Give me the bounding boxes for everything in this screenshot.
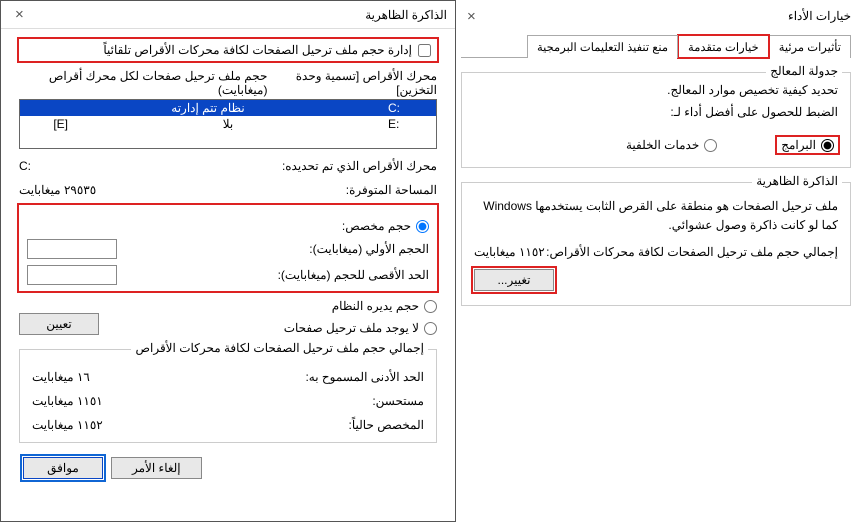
vm-desc: ملف ترحيل الصفحات هو منطقة على القرص الث…: [474, 197, 838, 235]
radio-custom-input[interactable]: [416, 220, 429, 233]
ok-button[interactable]: موافق: [23, 457, 103, 479]
radio-programs[interactable]: البرامج: [777, 137, 838, 153]
processor-scheduling-group: جدولة المعالج تحديد كيفية تخصيص موارد ال…: [461, 72, 851, 168]
virtual-memory-group: الذاكرة الظاهرية ملف ترحيل الصفحات هو من…: [461, 182, 851, 306]
auto-manage-label: إدارة حجم ملف ترحيل الصفحات لكافة محركات…: [103, 43, 412, 57]
custom-size-group: حجم مخصص: الحجم الأولي (ميغابايت): الحد …: [19, 205, 437, 291]
min-allowed-label: الحد الأدنى المسموح به:: [305, 370, 424, 384]
totals-legend: إجمالي حجم ملف ترحيل الصفحات لكافة محركا…: [131, 341, 428, 355]
drive-label: [E]: [28, 117, 68, 131]
drive-list-header: محرك الأقراص [تسمية وحدة التخزين] حجم مل…: [19, 69, 437, 97]
vm-total-label: إجمالي حجم ملف ترحيل الصفحات لكافة محركا…: [546, 245, 838, 259]
drive-list[interactable]: C: نظام تتم إدارته E: بلا [E]: [19, 99, 437, 149]
sched-adjust-label: الضبط للحصول على أفضل أداء لـ:: [474, 105, 838, 119]
drive-value: بلا: [68, 117, 388, 131]
radio-custom-label: حجم مخصص:: [342, 219, 411, 233]
tabs: تأثيرات مرئية خيارات متقدمة منع تنفيذ ال…: [461, 34, 851, 58]
virtual-memory-dialog: الذاكرة الظاهرية × إدارة حجم ملف ترحيل ا…: [0, 0, 456, 522]
recommended-value: ١١٥١ ميغابايت: [32, 394, 103, 408]
recommended-label: مستحسن:: [372, 394, 424, 408]
radio-background-services[interactable]: خدمات الخلفية: [626, 137, 717, 153]
tab-dep[interactable]: منع تنفيذ التعليمات البرمجية: [527, 35, 678, 58]
selected-drive-value: C:: [19, 159, 31, 173]
col-drive: محرك الأقراص [تسمية وحدة التخزين]: [267, 69, 437, 97]
vm-titlebar: الذاكرة الظاهرية ×: [1, 1, 455, 29]
radio-custom-size[interactable]: حجم مخصص:: [27, 219, 429, 233]
drive-letter: C:: [388, 101, 428, 115]
dialog-buttons: موافق إلغاء الأمر: [19, 457, 437, 479]
min-allowed-value: ١٦ ميغابايت: [32, 370, 90, 384]
sched-legend: جدولة المعالج: [766, 64, 842, 78]
totals-group: إجمالي حجم ملف ترحيل الصفحات لكافة محركا…: [19, 349, 437, 443]
radio-nopaging-input[interactable]: [424, 322, 437, 335]
drive-row-c[interactable]: C: نظام تتم إدارته: [20, 100, 436, 116]
sched-desc: تحديد كيفية تخصيص موارد المعالج.: [474, 83, 838, 97]
vm-legend: الذاكرة الظاهرية: [752, 174, 842, 188]
perf-title: خيارات الأداء: [788, 9, 851, 23]
close-icon[interactable]: ×: [461, 8, 482, 25]
vm-close-icon[interactable]: ×: [9, 6, 30, 23]
available-space-label: المساحة المتوفرة:: [346, 183, 437, 197]
vm-total-value: ١١٥٢ ميغابايت: [474, 245, 545, 259]
radio-system-label: حجم يديره النظام: [332, 299, 419, 313]
available-space-value: ٢٩٥٣٥ ميغابايت: [19, 183, 96, 197]
auto-manage-checkbox-row[interactable]: إدارة حجم ملف ترحيل الصفحات لكافة محركات…: [19, 39, 437, 61]
drive-row-e[interactable]: E: بلا [E]: [20, 116, 436, 132]
initial-size-input[interactable]: [27, 239, 117, 259]
drive-letter: E:: [388, 117, 428, 131]
performance-options-panel: خيارات الأداء × تأثيرات مرئية خيارات متق…: [457, 0, 859, 522]
radio-system-managed[interactable]: حجم يديره النظام: [19, 299, 437, 313]
cancel-button[interactable]: إلغاء الأمر: [111, 457, 202, 479]
current-value: ١١٥٢ ميغابايت: [32, 418, 103, 432]
initial-size-label: الحجم الأولي (ميغابايت):: [129, 242, 429, 256]
radio-no-paging[interactable]: لا يوجد ملف ترحيل صفحات: [99, 321, 437, 335]
change-button[interactable]: تغيير...: [474, 269, 554, 291]
current-label: المخصص حالياً:: [349, 418, 424, 432]
radio-nopaging-label: لا يوجد ملف ترحيل صفحات: [284, 321, 419, 335]
drive-value: نظام تتم إدارته: [28, 101, 388, 115]
radio-programs-label: البرامج: [781, 138, 816, 152]
col-size: حجم ملف ترحيل صفحات لكل محرك أقراص (ميغا…: [19, 69, 267, 97]
max-size-label: الحد الأقصى للحجم (ميغابايت):: [129, 268, 429, 282]
max-size-input[interactable]: [27, 265, 117, 285]
tab-visual-effects[interactable]: تأثيرات مرئية: [769, 35, 851, 58]
selected-drive-label: محرك الأقراص الذي تم تحديده:: [282, 159, 437, 173]
vm-dialog-title: الذاكرة الظاهرية: [365, 8, 447, 22]
set-button[interactable]: تعيين: [19, 313, 99, 335]
radio-services-input[interactable]: [704, 139, 717, 152]
radio-programs-input[interactable]: [821, 139, 834, 152]
radio-system-input[interactable]: [424, 300, 437, 313]
perf-titlebar: خيارات الأداء ×: [461, 4, 851, 28]
tab-advanced[interactable]: خيارات متقدمة: [678, 35, 769, 58]
radio-services-label: خدمات الخلفية: [626, 138, 699, 152]
auto-manage-checkbox[interactable]: [418, 44, 431, 57]
